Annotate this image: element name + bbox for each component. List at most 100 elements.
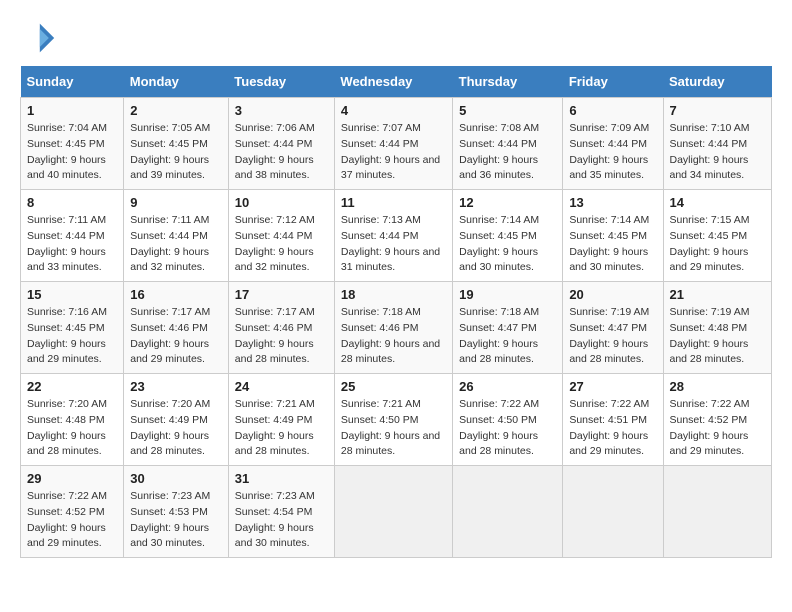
day-number: 6 (569, 103, 656, 118)
day-cell: 11Sunrise: 7:13 AMSunset: 4:44 PMDayligh… (334, 190, 452, 282)
day-info: Sunrise: 7:18 AMSunset: 4:46 PMDaylight:… (341, 305, 446, 368)
day-cell: 13 Sunrise: 7:14 AMSunset: 4:45 PMDayligh… (563, 190, 663, 282)
day-info: Sunrise: 7:10 AMSunset: 4:44 PMDaylight:… (670, 121, 766, 184)
day-info: Sunrise: 7:09 AMSunset: 4:44 PMDaylight:… (569, 121, 656, 184)
day-number: 19 (459, 287, 556, 302)
day-info: Sunrise: 7:20 AMSunset: 4:49 PMDaylight:… (130, 397, 222, 460)
logo-area (20, 20, 60, 56)
day-number: 26 (459, 379, 556, 394)
day-info: Sunrise: 7:22 AMSunset: 4:51 PMDaylight:… (569, 397, 656, 460)
day-number: 30 (130, 471, 222, 486)
day-cell: 10Sunrise: 7:12 AMSunset: 4:44 PMDayligh… (228, 190, 334, 282)
weekday-header-tuesday: Tuesday (228, 66, 334, 98)
day-cell (453, 466, 563, 558)
day-cell: 26 Sunrise: 7:22 AMSunset: 4:50 PMDayligh… (453, 374, 563, 466)
day-info: Sunrise: 7:12 AMSunset: 4:44 PMDaylight:… (235, 213, 328, 276)
day-cell: 20 Sunrise: 7:19 AMSunset: 4:47 PMDayligh… (563, 282, 663, 374)
calendar-table: SundayMondayTuesdayWednesdayThursdayFrid… (20, 66, 772, 558)
day-info: Sunrise: 7:21 AMSunset: 4:49 PMDaylight:… (235, 397, 328, 460)
day-cell: 5 Sunrise: 7:08 AMSunset: 4:44 PMDaylight… (453, 98, 563, 190)
day-cell: 31Sunrise: 7:23 AMSunset: 4:54 PMDayligh… (228, 466, 334, 558)
day-number: 5 (459, 103, 556, 118)
day-number: 31 (235, 471, 328, 486)
day-cell: 25 Sunrise: 7:21 AMSunset: 4:50 PMDayligh… (334, 374, 452, 466)
day-info: Sunrise: 7:15 AMSunset: 4:45 PMDaylight:… (670, 213, 766, 276)
day-info: Sunrise: 7:17 AMSunset: 4:46 PMDaylight:… (235, 305, 328, 368)
day-info: Sunrise: 7:22 AMSunset: 4:52 PMDaylight:… (670, 397, 766, 460)
day-number: 12 (459, 195, 556, 210)
day-number: 1 (27, 103, 117, 118)
day-info: Sunrise: 7:21 AMSunset: 4:50 PMDaylight:… (341, 397, 446, 460)
day-cell: 16Sunrise: 7:17 AMSunset: 4:46 PMDayligh… (124, 282, 229, 374)
day-info: Sunrise: 7:19 AMSunset: 4:47 PMDaylight:… (569, 305, 656, 368)
day-info: Sunrise: 7:22 AMSunset: 4:52 PMDaylight:… (27, 489, 117, 552)
day-cell: 6 Sunrise: 7:09 AMSunset: 4:44 PMDaylight… (563, 98, 663, 190)
day-cell: 7 Sunrise: 7:10 AMSunset: 4:44 PMDaylight… (663, 98, 772, 190)
day-cell: 28 Sunrise: 7:22 AMSunset: 4:52 PMDayligh… (663, 374, 772, 466)
day-info: Sunrise: 7:16 AMSunset: 4:45 PMDaylight:… (27, 305, 117, 368)
day-cell: 2Sunrise: 7:05 AMSunset: 4:45 PMDaylight… (124, 98, 229, 190)
day-number: 18 (341, 287, 446, 302)
weekday-header-thursday: Thursday (453, 66, 563, 98)
day-number: 14 (670, 195, 766, 210)
day-cell: 15 Sunrise: 7:16 AMSunset: 4:45 PMDayligh… (21, 282, 124, 374)
day-number: 24 (235, 379, 328, 394)
week-row-1: 1 Sunrise: 7:04 AMSunset: 4:45 PMDaylight… (21, 98, 772, 190)
day-number: 29 (27, 471, 117, 486)
day-number: 15 (27, 287, 117, 302)
day-number: 28 (670, 379, 766, 394)
day-number: 13 (569, 195, 656, 210)
day-cell: 27 Sunrise: 7:22 AMSunset: 4:51 PMDayligh… (563, 374, 663, 466)
week-row-2: 8 Sunrise: 7:11 AMSunset: 4:44 PMDaylight… (21, 190, 772, 282)
day-info: Sunrise: 7:11 AMSunset: 4:44 PMDaylight:… (27, 213, 117, 276)
day-cell: 29 Sunrise: 7:22 AMSunset: 4:52 PMDayligh… (21, 466, 124, 558)
day-info: Sunrise: 7:19 AMSunset: 4:48 PMDaylight:… (670, 305, 766, 368)
week-row-4: 22 Sunrise: 7:20 AMSunset: 4:48 PMDayligh… (21, 374, 772, 466)
day-info: Sunrise: 7:08 AMSunset: 4:44 PMDaylight:… (459, 121, 556, 184)
day-number: 27 (569, 379, 656, 394)
day-info: Sunrise: 7:14 AMSunset: 4:45 PMDaylight:… (569, 213, 656, 276)
day-number: 20 (569, 287, 656, 302)
weekday-header-friday: Friday (563, 66, 663, 98)
day-number: 22 (27, 379, 117, 394)
weekday-header-row: SundayMondayTuesdayWednesdayThursdayFrid… (21, 66, 772, 98)
day-number: 3 (235, 103, 328, 118)
day-info: Sunrise: 7:14 AMSunset: 4:45 PMDaylight:… (459, 213, 556, 276)
day-cell: 21 Sunrise: 7:19 AMSunset: 4:48 PMDayligh… (663, 282, 772, 374)
day-info: Sunrise: 7:23 AMSunset: 4:53 PMDaylight:… (130, 489, 222, 552)
day-cell: 23Sunrise: 7:20 AMSunset: 4:49 PMDayligh… (124, 374, 229, 466)
day-cell: 1 Sunrise: 7:04 AMSunset: 4:45 PMDaylight… (21, 98, 124, 190)
week-row-3: 15 Sunrise: 7:16 AMSunset: 4:45 PMDayligh… (21, 282, 772, 374)
logo-icon (20, 20, 56, 56)
day-info: Sunrise: 7:17 AMSunset: 4:46 PMDaylight:… (130, 305, 222, 368)
day-cell: 8 Sunrise: 7:11 AMSunset: 4:44 PMDaylight… (21, 190, 124, 282)
day-number: 8 (27, 195, 117, 210)
day-cell: 4Sunrise: 7:07 AMSunset: 4:44 PMDaylight… (334, 98, 452, 190)
day-number: 21 (670, 287, 766, 302)
day-cell (563, 466, 663, 558)
day-info: Sunrise: 7:20 AMSunset: 4:48 PMDaylight:… (27, 397, 117, 460)
weekday-header-wednesday: Wednesday (334, 66, 452, 98)
day-cell: 22 Sunrise: 7:20 AMSunset: 4:48 PMDayligh… (21, 374, 124, 466)
day-cell: 3 Sunrise: 7:06 AMSunset: 4:44 PMDaylight… (228, 98, 334, 190)
day-number: 11 (341, 195, 446, 210)
day-number: 7 (670, 103, 766, 118)
day-info: Sunrise: 7:04 AMSunset: 4:45 PMDaylight:… (27, 121, 117, 184)
weekday-header-saturday: Saturday (663, 66, 772, 98)
day-info: Sunrise: 7:06 AMSunset: 4:44 PMDaylight:… (235, 121, 328, 184)
day-number: 9 (130, 195, 222, 210)
header (20, 20, 772, 56)
day-number: 4 (341, 103, 446, 118)
day-info: Sunrise: 7:18 AMSunset: 4:47 PMDaylight:… (459, 305, 556, 368)
weekday-header-monday: Monday (124, 66, 229, 98)
day-cell: 12 Sunrise: 7:14 AMSunset: 4:45 PMDayligh… (453, 190, 563, 282)
day-info: Sunrise: 7:11 AMSunset: 4:44 PMDaylight:… (130, 213, 222, 276)
week-row-5: 29 Sunrise: 7:22 AMSunset: 4:52 PMDayligh… (21, 466, 772, 558)
day-number: 25 (341, 379, 446, 394)
day-info: Sunrise: 7:22 AMSunset: 4:50 PMDaylight:… (459, 397, 556, 460)
day-number: 17 (235, 287, 328, 302)
day-cell: 19 Sunrise: 7:18 AMSunset: 4:47 PMDayligh… (453, 282, 563, 374)
day-cell: 24 Sunrise: 7:21 AMSunset: 4:49 PMDayligh… (228, 374, 334, 466)
day-info: Sunrise: 7:05 AMSunset: 4:45 PMDaylight:… (130, 121, 222, 184)
day-cell: 18 Sunrise: 7:18 AMSunset: 4:46 PMDayligh… (334, 282, 452, 374)
